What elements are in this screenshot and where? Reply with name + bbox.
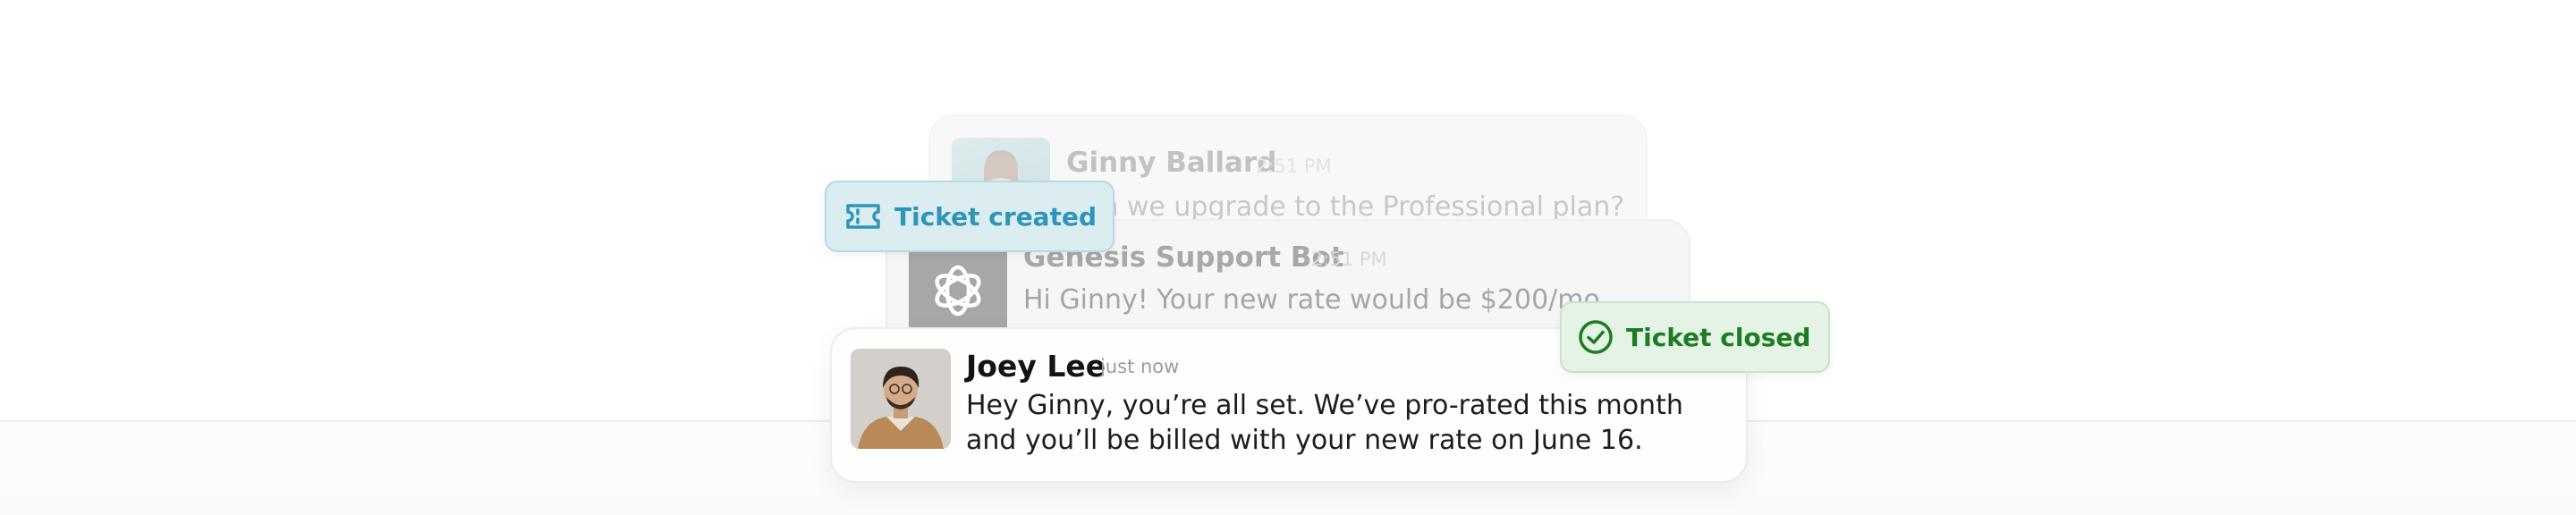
- ticket-closed-badge: Ticket closed: [1560, 301, 1831, 373]
- message-text: Hey Ginny, you’re all set. We’ve pro-rat…: [966, 390, 1683, 456]
- chat-illustration: Ginny Ballard 2:51 PM Can we upgrade to …: [0, 0, 2576, 515]
- sender-name: Ginny Ballard: [1066, 147, 1277, 179]
- ticket-created-badge: Ticket created: [825, 181, 1114, 252]
- bot-logo-icon: [935, 265, 981, 317]
- badge-label: Ticket closed: [1626, 322, 1811, 352]
- message-time: 2:51 PM: [1256, 156, 1332, 177]
- message-text: Can we upgrade to the Professional plan?: [1066, 191, 1625, 223]
- person-photo-icon: [851, 349, 951, 449]
- ticket-icon: [844, 202, 882, 231]
- message-time: 2:51 PM: [1311, 249, 1387, 270]
- check-circle-icon: [1578, 319, 1614, 355]
- message-text: Hi Ginny! Your new rate would be $200/mo…: [1023, 284, 1608, 316]
- avatar-joey: [851, 349, 951, 449]
- sender-name: Joey Lee: [966, 349, 1106, 384]
- avatar-bot: [909, 241, 1007, 340]
- message-time: just now: [1100, 356, 1180, 377]
- badge-label: Ticket created: [894, 201, 1097, 232]
